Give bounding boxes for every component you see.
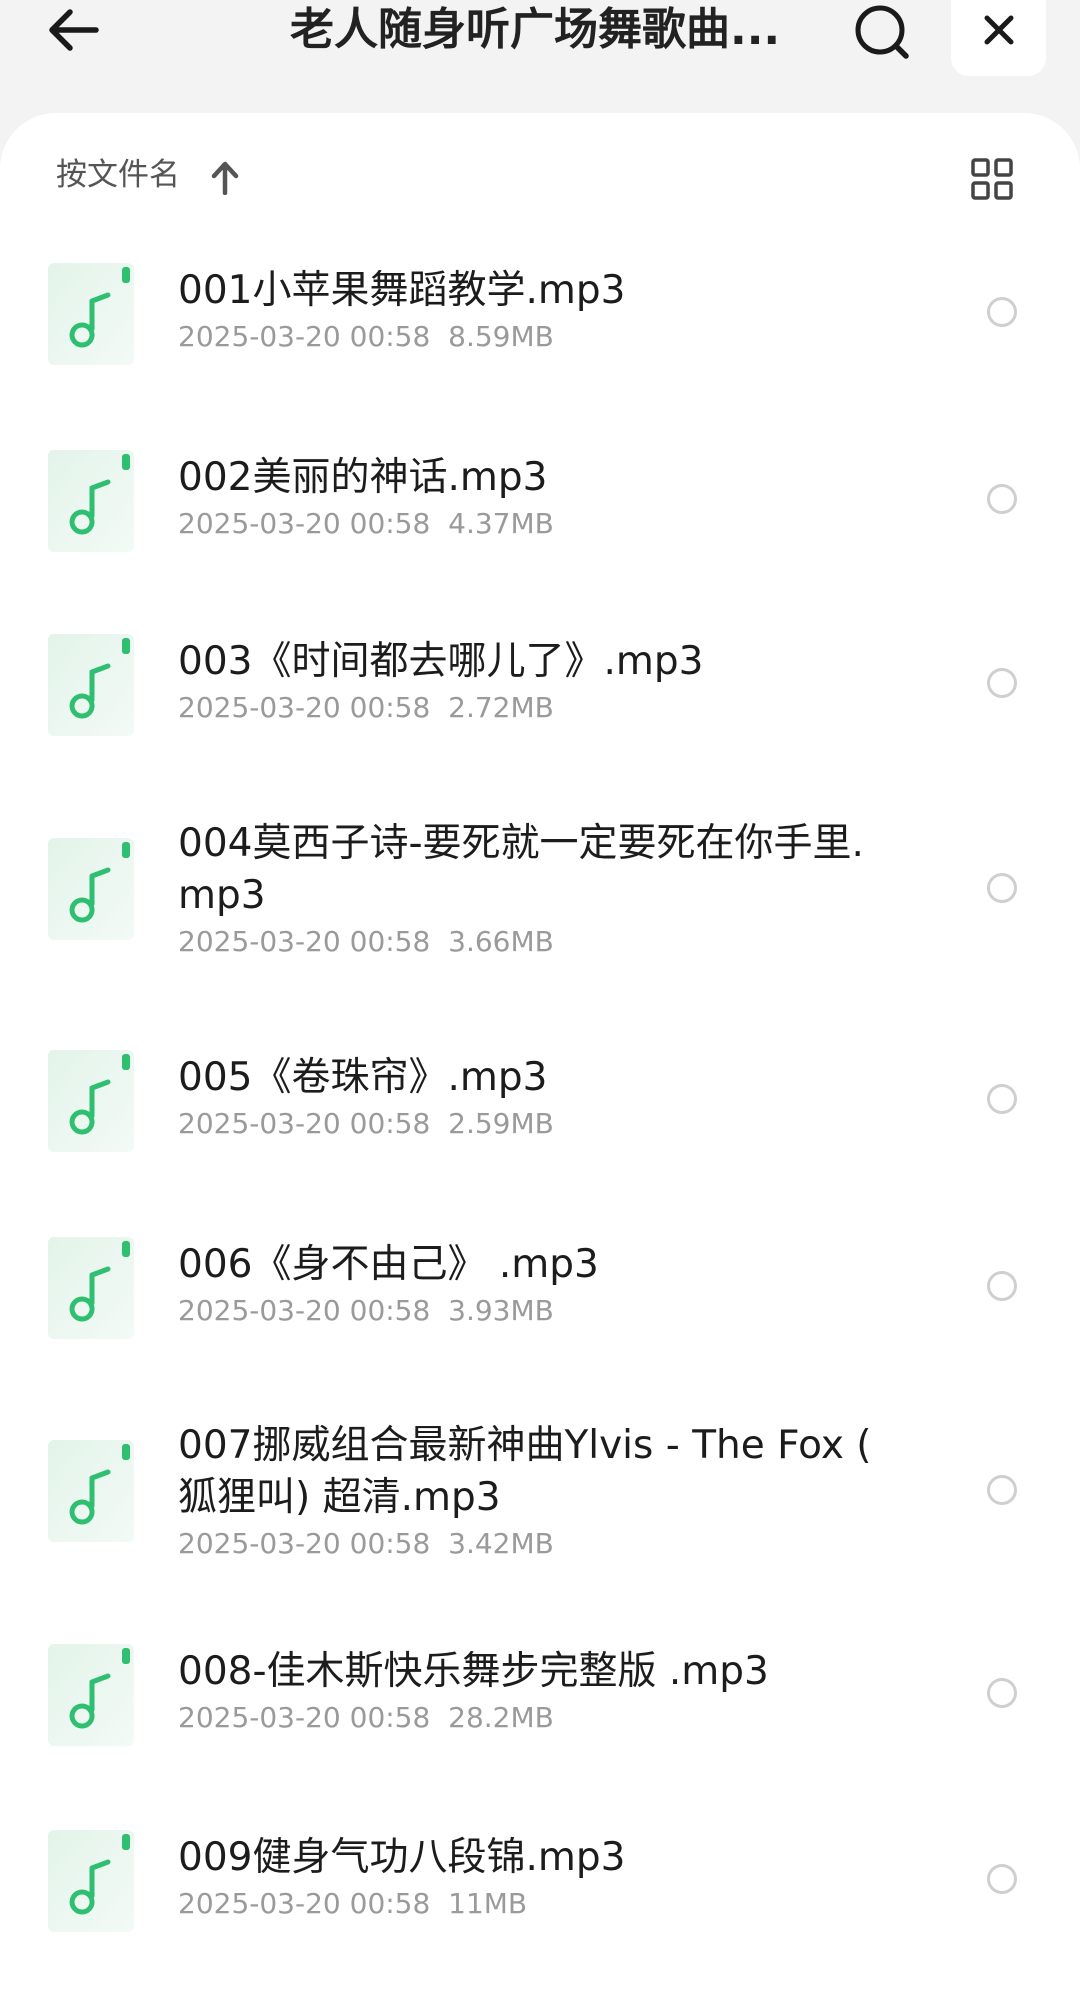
- list-item[interactable]: 007挪威组合最新神曲Ylvis - The Fox ( 狐狸叫) 超清.mp3…: [0, 1420, 1080, 1620]
- close-icon: [984, 15, 1014, 45]
- page-title: 老人随身听广场舞歌曲...: [290, 4, 781, 55]
- search-icon: [855, 5, 909, 59]
- file-date: 2025-03-20 00:58: [178, 1887, 431, 1920]
- file-list-panel: 按文件名 001小苹果舞蹈教学.mp3 2025-03-20 00:58 8.5…: [0, 113, 1080, 2013]
- audio-file-icon: [48, 1237, 134, 1339]
- file-date: 2025-03-20 00:58: [178, 1107, 431, 1140]
- file-name: 003《时间都去哪儿了》.mp3: [178, 639, 704, 684]
- file-size: 8.59MB: [448, 320, 554, 353]
- file-meta: 2025-03-20 00:58 8.59MB: [178, 317, 898, 357]
- list-item[interactable]: 001小苹果舞蹈教学.mp3 2025-03-20 00:58 8.59MB: [0, 263, 1080, 433]
- file-size: 3.66MB: [448, 925, 554, 958]
- select-radio[interactable]: [987, 297, 1017, 327]
- select-radio[interactable]: [987, 873, 1017, 903]
- audio-file-icon: [48, 634, 134, 736]
- file-name-line2: mp3: [178, 873, 266, 918]
- sort-bar: 按文件名: [0, 113, 1080, 241]
- file-meta: 2025-03-20 00:58 3.42MB: [178, 1524, 898, 1564]
- list-item[interactable]: 009健身气功八段锦.mp3 2025-03-20 00:58 11MB: [0, 1830, 1080, 1970]
- list-item[interactable]: 002美丽的神话.mp3 2025-03-20 00:58 4.37MB: [0, 450, 1080, 620]
- list-item[interactable]: 006《身不由己》 .mp3 2025-03-20 00:58 3.93MB: [0, 1237, 1080, 1407]
- file-meta: 2025-03-20 00:58 11MB: [178, 1884, 898, 1924]
- file-size: 2.59MB: [448, 1107, 554, 1140]
- file-name: 008-佳木斯快乐舞步完整版 .mp3: [178, 1649, 769, 1694]
- file-meta: 2025-03-20 00:58 4.37MB: [178, 504, 898, 544]
- grid-view-icon[interactable]: [970, 157, 1014, 201]
- file-meta: 2025-03-20 00:58 2.72MB: [178, 688, 898, 728]
- audio-file-icon: [48, 1440, 134, 1542]
- file-name: 002美丽的神话.mp3: [178, 455, 548, 500]
- file-date: 2025-03-20 00:58: [178, 691, 431, 724]
- back-button[interactable]: [44, 0, 104, 60]
- file-meta: 2025-03-20 00:58 2.59MB: [178, 1104, 898, 1144]
- arrow-up-icon[interactable]: [210, 161, 240, 195]
- file-date: 2025-03-20 00:58: [178, 1701, 431, 1734]
- select-radio[interactable]: [987, 1271, 1017, 1301]
- select-radio[interactable]: [987, 1678, 1017, 1708]
- file-meta: 2025-03-20 00:58 28.2MB: [178, 1698, 898, 1738]
- file-meta: 2025-03-20 00:58 3.93MB: [178, 1291, 898, 1331]
- close-button[interactable]: [951, 0, 1046, 76]
- audio-file-icon: [48, 838, 134, 940]
- list-item[interactable]: 008-佳木斯快乐舞步完整版 .mp3 2025-03-20 00:58 28.…: [0, 1644, 1080, 1814]
- file-size: 3.93MB: [448, 1294, 554, 1327]
- file-name-line2: 狐狸叫) 超清.mp3: [178, 1475, 501, 1520]
- list-item[interactable]: 003《时间都去哪儿了》.mp3 2025-03-20 00:58 2.72MB: [0, 634, 1080, 804]
- file-size: 4.37MB: [448, 507, 554, 540]
- file-date: 2025-03-20 00:58: [178, 320, 431, 353]
- select-radio[interactable]: [987, 1475, 1017, 1505]
- file-size: 28.2MB: [448, 1701, 554, 1734]
- select-radio[interactable]: [987, 1084, 1017, 1114]
- file-name: 005《卷珠帘》.mp3: [178, 1055, 548, 1100]
- select-radio[interactable]: [987, 484, 1017, 514]
- file-date: 2025-03-20 00:58: [178, 925, 431, 958]
- audio-file-icon: [48, 1050, 134, 1152]
- file-name: 006《身不由己》 .mp3: [178, 1242, 599, 1287]
- arrow-left-icon: [49, 9, 99, 51]
- audio-file-icon: [48, 450, 134, 552]
- audio-file-icon: [48, 263, 134, 365]
- sort-by-name-button[interactable]: 按文件名: [56, 153, 180, 197]
- list-item[interactable]: 005《卷珠帘》.mp3 2025-03-20 00:58 2.59MB: [0, 1050, 1080, 1220]
- file-name: 001小苹果舞蹈教学.mp3: [178, 268, 626, 313]
- file-date: 2025-03-20 00:58: [178, 1527, 431, 1560]
- audio-file-icon: [48, 1644, 134, 1746]
- search-button[interactable]: [852, 2, 912, 62]
- audio-file-icon: [48, 1830, 134, 1932]
- file-name: 007挪威组合最新神曲Ylvis - The Fox (: [178, 1423, 872, 1468]
- file-size: 2.72MB: [448, 691, 554, 724]
- file-name: 004莫西子诗-要死就一定要死在你手里.: [178, 821, 864, 866]
- list-item[interactable]: 004莫西子诗-要死就一定要死在你手里. mp3 2025-03-20 00:5…: [0, 818, 1080, 1018]
- file-date: 2025-03-20 00:58: [178, 1294, 431, 1327]
- top-bar: 老人随身听广场舞歌曲...: [0, 0, 1080, 110]
- select-radio[interactable]: [987, 668, 1017, 698]
- select-radio[interactable]: [987, 1864, 1017, 1894]
- file-size: 3.42MB: [448, 1527, 554, 1560]
- file-date: 2025-03-20 00:58: [178, 507, 431, 540]
- file-meta: 2025-03-20 00:58 3.66MB: [178, 922, 898, 962]
- file-name: 009健身气功八段锦.mp3: [178, 1835, 626, 1880]
- file-size: 11MB: [448, 1887, 528, 1920]
